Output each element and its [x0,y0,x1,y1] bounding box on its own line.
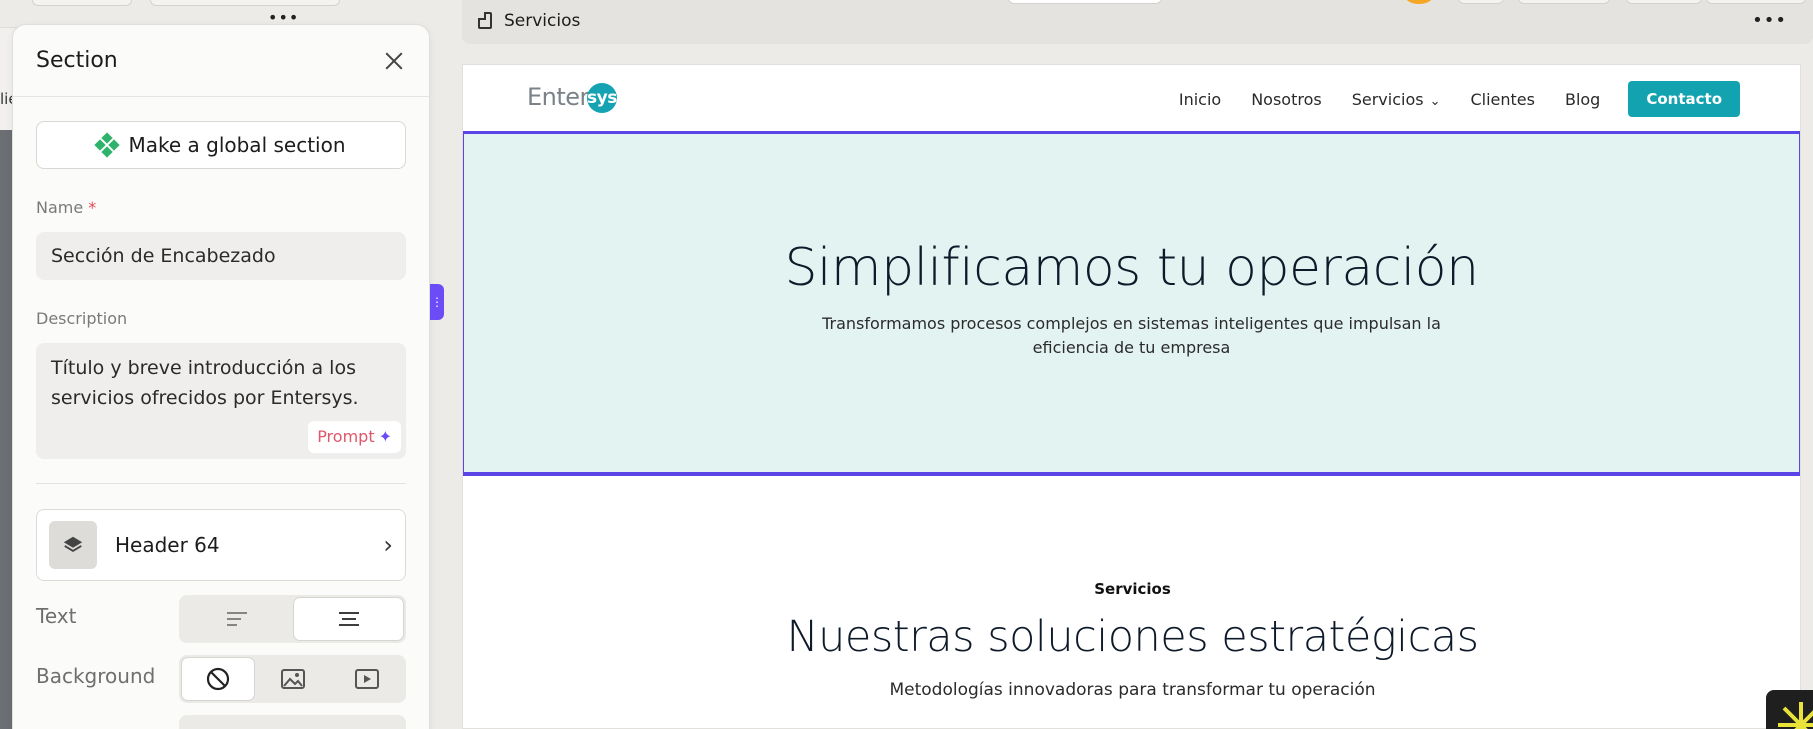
nav-link-inicio[interactable]: Inicio [1179,90,1221,109]
site-navbar: Entersys Inicio Nosotros Servicios ⌄ Clie… [463,65,1800,131]
chevron-right-icon: › [383,531,393,559]
none-icon [206,667,229,691]
align-left-icon [226,612,247,626]
background-tab[interactable] [32,0,132,6]
services-section[interactable]: Servicios Nuestras soluciones estratégic… [463,580,1800,700]
name-label: Name * [36,198,97,217]
video-icon [355,669,380,689]
next-control[interactable] [179,715,406,729]
background-strip [0,130,12,729]
make-global-section-button[interactable]: Make a global section [36,121,406,169]
description-field[interactable]: Título y breve introducción a los servic… [36,343,406,459]
hero-title: Simplificamos tu operación [784,238,1479,298]
toolbar-button[interactable] [1458,0,1504,4]
layout-selector[interactable]: Header 64 › [36,509,406,581]
background-control [179,655,406,703]
logo-badge: sys [586,83,617,113]
text-align-control [179,595,406,643]
name-field-value: Sección de Encabezado [51,245,276,267]
hero-section-selected[interactable]: Simplificamos tu operación Transformamos… [463,131,1800,476]
page-name: Servicios [504,11,581,31]
more-horizontal-icon[interactable]: ••• [1752,10,1787,31]
nav-link-blog[interactable]: Blog [1565,90,1600,109]
nav-link-nosotros[interactable]: Nosotros [1251,90,1322,109]
page-preview: Entersys Inicio Nosotros Servicios ⌄ Clie… [462,64,1801,729]
background-none-option[interactable] [182,658,254,700]
sparkle-icon: ✦ [378,427,392,446]
toolbar-button[interactable] [1706,0,1806,4]
prompt-button[interactable]: Prompt ✦ [308,421,401,453]
background-tab[interactable] [150,0,340,6]
services-title: Nuestras soluciones estratégicas [786,612,1479,662]
nav-links: Inicio Nosotros Servicios ⌄ Clientes Blog… [1179,81,1800,117]
contact-button[interactable]: Contacto [1628,81,1740,117]
services-tagline: Servicios [1094,580,1171,598]
hero-subtitle: Transformamos procesos complejos en sist… [822,314,1441,357]
panel-header: Section [13,25,429,97]
align-center-icon [338,612,359,626]
required-mark: * [88,198,97,217]
nav-link-clientes[interactable]: Clientes [1470,90,1535,109]
panel-title: Section [36,48,118,73]
align-center-option[interactable] [294,598,403,640]
text-label: Text [36,604,77,628]
image-icon [280,669,305,689]
toolbar-button[interactable] [1626,0,1702,4]
align-left-option[interactable] [182,598,291,640]
page-icon [478,12,492,29]
layers-icon [49,521,97,569]
prompt-label: Prompt [317,427,375,446]
assistant-widget[interactable] [1766,690,1813,729]
description-label: Description [36,309,128,328]
canvas-toolbar: Servicios ••• [462,0,1813,44]
toolbar-button[interactable] [1518,0,1610,4]
chevron-down-icon: ⌄ [1429,93,1441,109]
component-icon [94,132,121,158]
nav-link-servicios[interactable]: Servicios ⌄ [1352,90,1441,109]
section-drag-handle[interactable]: ⋮ [430,284,444,320]
background-video-option[interactable] [331,658,403,700]
background-label: Background [36,664,156,688]
name-field[interactable]: Sección de Encabezado [36,232,406,280]
sparkle-burst-icon [1778,702,1813,729]
background-image-option[interactable] [257,658,329,700]
make-global-section-label: Make a global section [128,133,346,157]
divider [36,483,406,484]
site-logo[interactable]: Entersys [527,83,617,113]
section-settings-panel: Section Make a global section Name * Sec… [12,24,430,729]
description-field-value: Título y breve introducción a los servic… [51,357,359,409]
toolbar-tab[interactable] [1008,0,1162,4]
services-subtitle: Metodologías innovadoras para transforma… [889,680,1376,700]
close-icon[interactable] [382,49,406,73]
layout-name: Header 64 [115,533,220,557]
